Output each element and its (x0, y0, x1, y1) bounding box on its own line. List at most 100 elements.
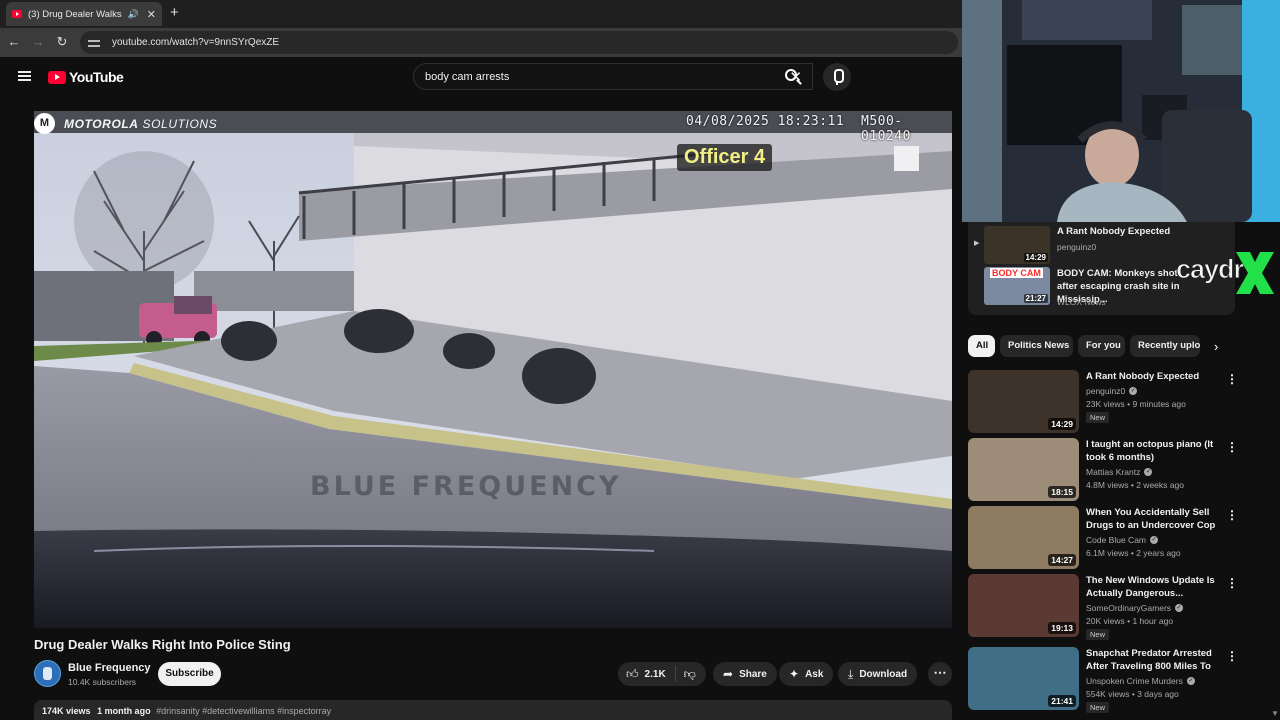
channel-name-text: Mattias Krantz (1086, 467, 1141, 477)
video-thumbnail[interactable]: 14:27 (968, 506, 1079, 569)
description-box[interactable]: 174K views 1 month ago #drinsanity #dete… (34, 700, 952, 720)
new-tab-icon[interactable]: + (170, 4, 179, 21)
osd-brand-bold: MOTOROLA (64, 116, 139, 131)
sparkle-icon: ✦ (789, 667, 800, 681)
voice-search-mic-icon[interactable] (823, 63, 851, 91)
recommendation-item[interactable]: 14:27 When You Accidentally Sell Drugs t… (968, 506, 1240, 570)
youtube-favicon-icon (12, 10, 22, 18)
more-options-icon[interactable]: ⋮ (1226, 372, 1238, 386)
motorola-logo-icon: M (34, 113, 55, 134)
video-frame-scene (34, 111, 952, 628)
download-label: Download (859, 668, 908, 680)
url-field[interactable]: youtube.com/watch?v=9nnSYrQexZE (80, 31, 958, 54)
caydr-x-logo-icon (1236, 252, 1274, 294)
video-meta: 23K views • 9 minutes ago (1086, 399, 1186, 409)
video-thumbnail[interactable]: 21:41 (968, 647, 1079, 710)
subscribe-button[interactable]: Subscribe (158, 662, 221, 686)
osd-device-id: M500-010240 (861, 114, 911, 144)
recommendation-item[interactable]: 19:13 The New Windows Update Is Actually… (968, 574, 1240, 640)
officer-caption: Officer 4 (677, 144, 773, 171)
channel-name-text: Code Blue Cam (1086, 535, 1147, 545)
more-options-icon[interactable]: ⋮ (1226, 440, 1238, 454)
reload-icon[interactable]: ↻ (54, 34, 70, 50)
thumbs-up-icon: 👍︎ (626, 666, 639, 681)
menu-icon[interactable] (18, 71, 31, 81)
chip-all[interactable]: All (968, 335, 995, 357)
queue-thumbnail[interactable]: 14:29 (984, 226, 1050, 264)
like-dislike-group: 👍︎ 2.1K 👎︎ (618, 662, 706, 686)
search-button[interactable] (773, 63, 811, 90)
video-meta: 6.1M views • 2 years ago (1086, 548, 1181, 558)
recommendation-item[interactable]: 18:15 I taught an octopus piano (It took… (968, 438, 1240, 502)
like-count: 2.1K (644, 668, 666, 680)
video-title[interactable]: When You Accidentally Sell Drugs to an U… (1086, 506, 1220, 533)
video-player[interactable]: M MOTOROLA SOLUTIONS 04/08/2025 18:23:11… (34, 111, 952, 628)
more-options-icon[interactable]: ⋮ (1226, 576, 1238, 590)
video-title[interactable]: Snapchat Predator Arrested After Traveli… (1086, 647, 1220, 674)
share-label: Share (739, 668, 767, 680)
video-duration: 14:27 (1048, 554, 1076, 566)
video-thumbnail[interactable]: 18:15 (968, 438, 1079, 501)
video-thumbnail[interactable]: 19:13 (968, 574, 1079, 637)
youtube-logo[interactable]: YouTube (48, 69, 124, 85)
channel-watermark: BLUE FREQUENCY (310, 471, 622, 502)
verified-check-icon: ✓ (1150, 536, 1159, 544)
channel-name[interactable]: SomeOrdinaryGamers ✓ (1086, 603, 1184, 613)
video-meta: 554K views • 3 days ago (1086, 689, 1179, 699)
channel-name[interactable]: Code Blue Cam ✓ (1086, 535, 1159, 545)
video-duration: 18:15 (1048, 486, 1076, 498)
ask-button[interactable]: ✦ Ask (779, 662, 834, 686)
browser-tab[interactable]: (3) Drug Dealer Walks Right 🔊 ✕ (6, 2, 162, 26)
channel-name-text: penguinz0 (1086, 386, 1126, 396)
hashtags[interactable]: #drinsanity #detectivewilliams #inspecto… (156, 706, 331, 716)
queue-channel: penguinz0 (1057, 242, 1097, 252)
recommendation-item[interactable]: 14:29 A Rant Nobody Expected penguinz0 ✓ … (968, 370, 1240, 434)
queue-thumb-caption: BODY CAM (990, 268, 1043, 278)
queue-duration: 21:27 (1023, 294, 1048, 303)
video-title[interactable]: A Rant Nobody Expected (1086, 370, 1220, 383)
channel-name-text: SomeOrdinaryGamers (1086, 603, 1172, 613)
filter-chips: All Politics News For you Recently uploa… (968, 335, 1230, 357)
site-settings-icon[interactable] (88, 38, 100, 48)
chip-politics-news[interactable]: Politics News (1000, 335, 1073, 357)
back-arrow-icon[interactable]: ← (6, 34, 22, 49)
share-arrow-icon: ➦ (723, 667, 734, 681)
video-title[interactable]: The New Windows Update Is Actually Dange… (1086, 574, 1220, 600)
search-input[interactable]: body cam arrests ✕ (413, 63, 813, 90)
recommendation-item[interactable]: 21:41 Snapchat Predator Arrested After T… (968, 647, 1240, 713)
ask-label: Ask (805, 668, 824, 680)
video-meta: 4.8M views • 2 weeks ago (1086, 480, 1184, 490)
video-title[interactable]: I taught an octopus piano (It took 6 mon… (1086, 438, 1220, 464)
verified-check-icon: ✓ (1175, 604, 1184, 612)
streamer-webcam-overlay (962, 0, 1280, 222)
dislike-button-thumbs-down-icon[interactable]: 👎︎ (676, 667, 696, 682)
new-badge: New (1086, 702, 1110, 713)
scroll-down-arrow-icon[interactable]: ▼ (1271, 709, 1279, 718)
video-thumbnail[interactable]: 14:29 (968, 370, 1079, 433)
queue-thumbnail[interactable]: BODY CAM 21:27 (984, 267, 1050, 305)
chip-recently-uploaded[interactable]: Recently uploaded (1130, 335, 1200, 357)
share-button[interactable]: ➦ Share (713, 662, 777, 686)
new-badge: New (1086, 412, 1110, 423)
close-tab-icon[interactable]: ✕ (147, 8, 156, 21)
chevron-right-icon[interactable]: › (1214, 339, 1218, 354)
chip-for-you[interactable]: For you (1078, 335, 1125, 357)
channel-name[interactable]: Unspoken Crime Murders ✓ (1086, 676, 1195, 686)
download-icon: ⤓ (848, 666, 854, 681)
video-duration: 21:41 (1048, 695, 1076, 707)
channel-name[interactable]: Mattias Krantz ✓ (1086, 467, 1153, 477)
channel-name-text: Unspoken Crime Murders (1086, 676, 1183, 686)
more-options-icon[interactable]: ⋮ (1226, 508, 1238, 522)
video-duration: 14:29 (1048, 418, 1076, 430)
forward-arrow-icon[interactable]: → (30, 34, 46, 49)
speaker-icon[interactable]: 🔊 (128, 9, 139, 20)
verified-check-icon: ✓ (1144, 468, 1153, 476)
channel-name[interactable]: penguinz0 ✓ (1086, 386, 1138, 396)
channel-name[interactable]: Blue Frequency (68, 662, 151, 674)
more-options-icon[interactable]: ⋮ (1226, 649, 1238, 663)
more-actions-icon[interactable]: ⋯ (928, 662, 952, 686)
queue-title[interactable]: A Rant Nobody Expected (1057, 225, 1197, 238)
like-button[interactable]: 👍︎ 2.1K (618, 666, 676, 682)
channel-avatar[interactable] (34, 660, 61, 687)
download-button[interactable]: ⤓ Download (838, 662, 918, 686)
